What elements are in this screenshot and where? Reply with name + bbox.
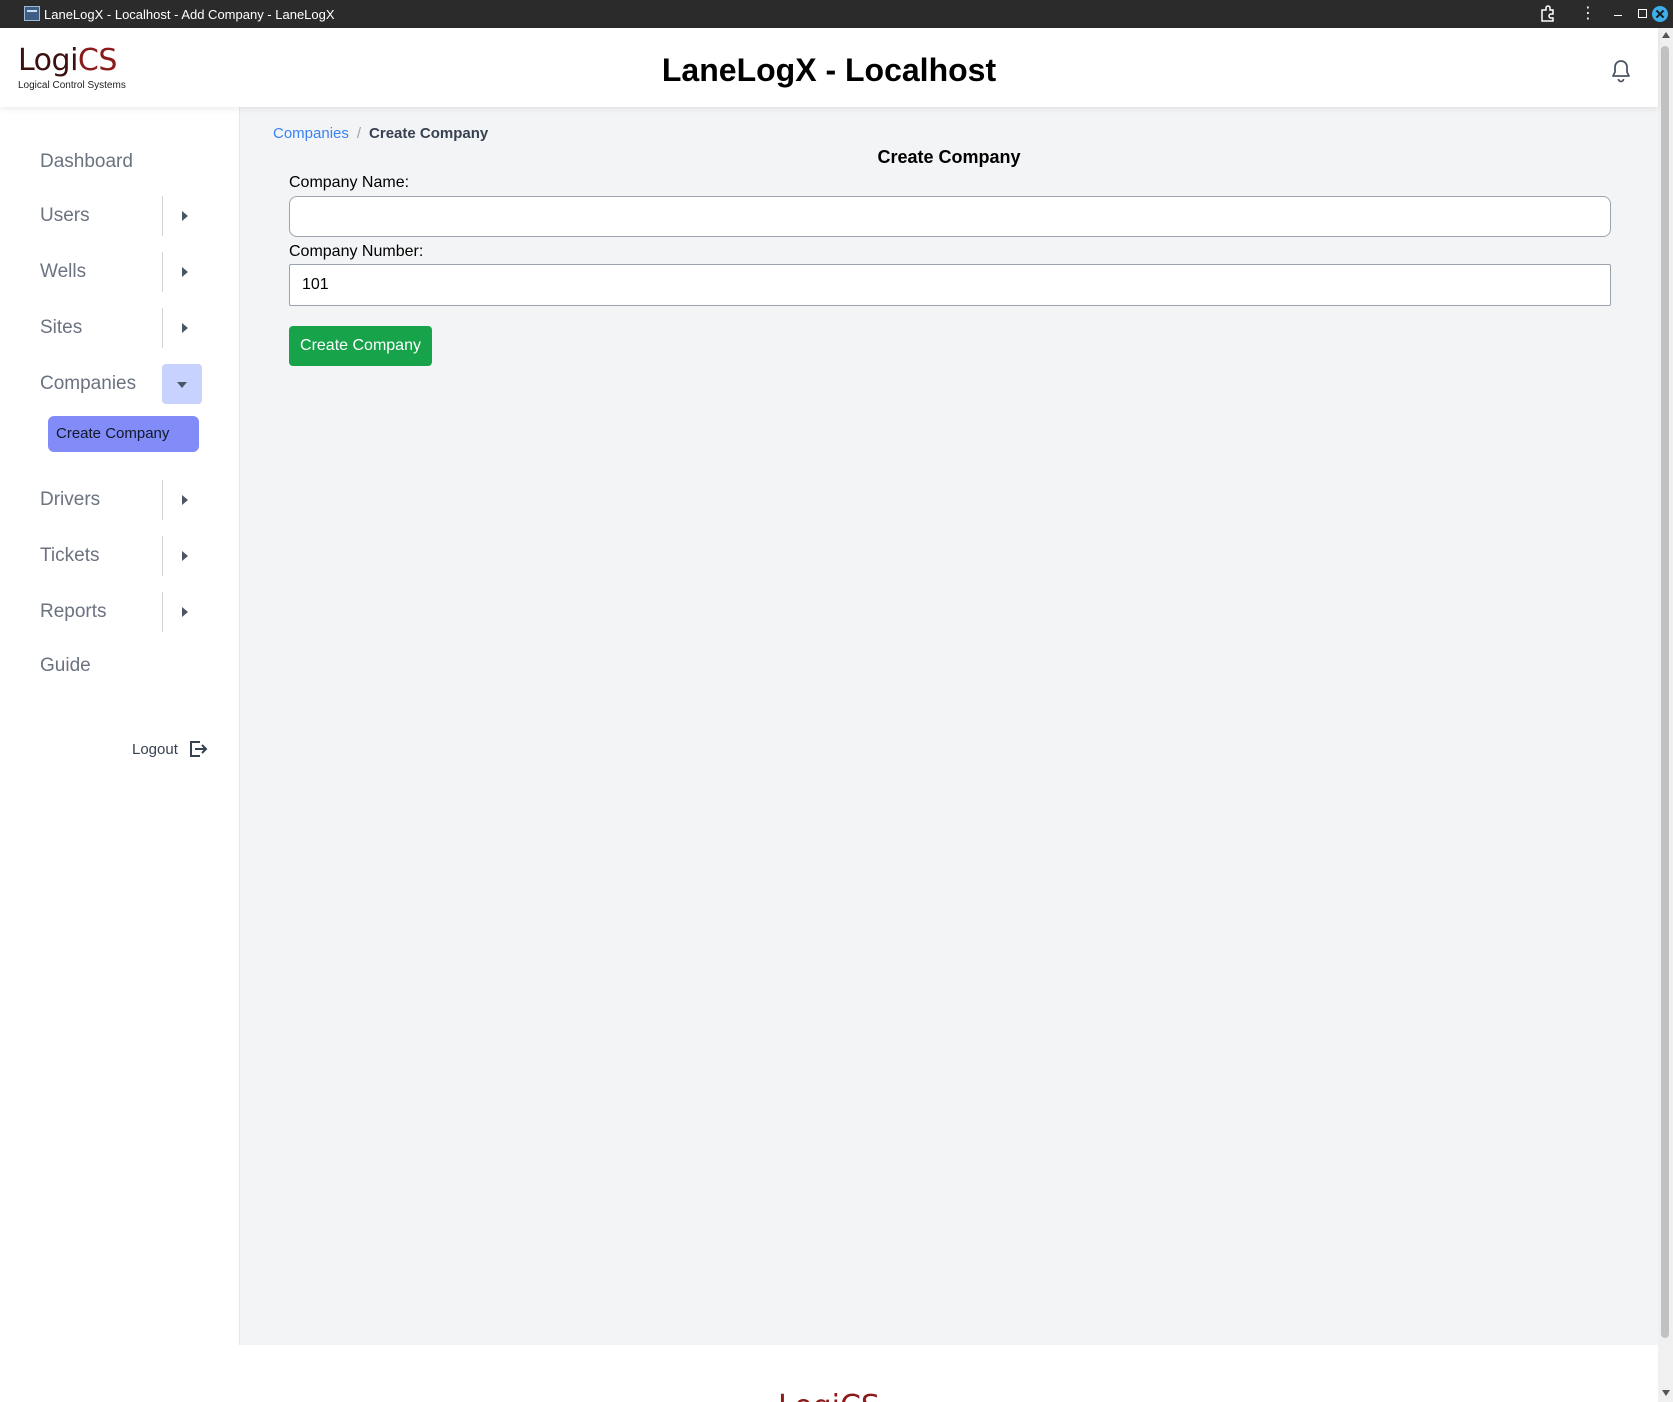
sites-expand-toggle[interactable] [162, 308, 202, 348]
chevron-right-icon [182, 607, 188, 617]
form-title: Create Company [877, 147, 1021, 167]
companies-collapse-toggle[interactable] [162, 364, 202, 404]
sidebar-item-wells[interactable]: Wells [40, 261, 86, 283]
favicon-icon [24, 6, 40, 21]
maximize-icon[interactable] [1638, 9, 1647, 18]
puzzle-icon[interactable] [1538, 4, 1558, 24]
users-expand-toggle[interactable] [162, 196, 202, 236]
sidebar-item-companies[interactable]: Companies [40, 373, 136, 395]
chevron-right-icon [182, 211, 188, 221]
create-company-button[interactable]: Create Company [289, 326, 432, 366]
company-number-label: Company Number: [289, 243, 424, 260]
main-content: Companies / Create Company Create Company … [239, 107, 1658, 1345]
sidebar: Dashboard Users Wells Sites Companies Cr… [0, 107, 239, 1345]
sidebar-subitem-create-company[interactable]: Create Company [48, 416, 199, 452]
window-titlebar: LaneLogX - Localhost - Add Company - Lan… [0, 0, 1673, 28]
footer: LogiCS [0, 1345, 1658, 1402]
scroll-down-icon[interactable] [1662, 1390, 1670, 1396]
reports-expand-toggle[interactable] [162, 592, 202, 632]
drivers-expand-toggle[interactable] [162, 480, 202, 520]
wells-expand-toggle[interactable] [162, 252, 202, 292]
page-scrollbar[interactable] [1658, 28, 1673, 1402]
chevron-right-icon [182, 323, 188, 333]
scroll-up-icon[interactable] [1662, 32, 1670, 38]
sidebar-item-users[interactable]: Users [40, 205, 90, 227]
sidebar-item-reports[interactable]: Reports [40, 601, 107, 623]
company-number-input[interactable] [289, 264, 1611, 306]
chevron-right-icon [182, 551, 188, 561]
company-name-input[interactable] [289, 196, 1611, 237]
page-title: LaneLogX - Localhost [661, 52, 997, 88]
breadcrumb-separator: / [356, 125, 362, 142]
tickets-expand-toggle[interactable] [162, 536, 202, 576]
bell-icon[interactable] [1609, 58, 1633, 84]
breadcrumb-companies-link[interactable]: Companies [273, 125, 349, 142]
close-icon[interactable] [1652, 6, 1668, 22]
window-title: LaneLogX - Localhost - Add Company - Lan… [44, 7, 335, 22]
logout-icon [188, 739, 208, 759]
sidebar-item-guide[interactable]: Guide [40, 655, 91, 677]
app-header: LogiCS Logical Control Systems LaneLogX … [0, 28, 1658, 107]
sidebar-item-drivers[interactable]: Drivers [40, 489, 100, 511]
company-name-label: Company Name: [289, 174, 410, 191]
chevron-down-icon [177, 382, 187, 388]
logout-label: Logout [132, 740, 178, 758]
chevron-right-icon [182, 495, 188, 505]
minimize-icon[interactable] [1614, 9, 1624, 19]
logout-button[interactable]: Logout [132, 739, 208, 759]
breadcrumb-current: Create Company [369, 125, 489, 142]
sidebar-item-tickets[interactable]: Tickets [40, 545, 99, 567]
breadcrumb: Companies / Create Company [273, 125, 488, 142]
chevron-right-icon [182, 267, 188, 277]
scrollbar-thumb[interactable] [1661, 46, 1669, 1338]
sidebar-item-dashboard[interactable]: Dashboard [40, 151, 133, 173]
footer-logo: LogiCS [0, 1389, 1658, 1402]
kebab-menu-icon[interactable]: ⋮ [1578, 3, 1598, 23]
sidebar-item-sites[interactable]: Sites [40, 317, 82, 339]
